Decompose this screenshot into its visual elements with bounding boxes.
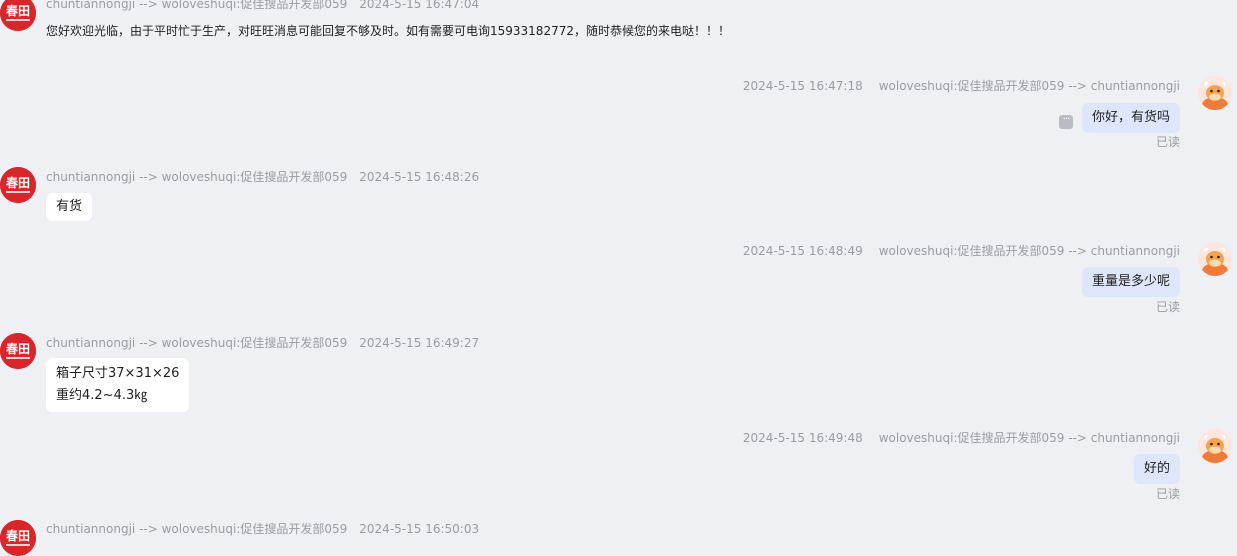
message-meta: chuntiannongji --> woloveshuqi:促佳搜品开发部05…: [46, 0, 479, 12]
message-bubble-other: 有货: [46, 193, 93, 221]
message-bubble-other: 箱子尺寸37×31×26 重约4.2~4.3㎏: [46, 358, 190, 412]
svg-text:春田: 春田: [5, 528, 30, 543]
message-text-line: 箱子尺寸37×31×26: [56, 366, 180, 381]
message-time: 2024-5-15 16:48:26: [359, 170, 480, 184]
message-text-line: 重约4.2~4.3㎏: [56, 388, 148, 403]
svg-text:春田: 春田: [5, 3, 30, 18]
cartoon-cow-avatar-icon: [1198, 429, 1232, 463]
buyer-avatar[interactable]: [1198, 242, 1232, 276]
message-time: 2024-5-15 16:50:03: [359, 522, 480, 536]
message-bubble-self: 好的: [1133, 454, 1180, 484]
message-meta: 2024-5-15 16:49:48 woloveshuqi:促佳搜品开发部059…: [743, 429, 1180, 446]
message-text: 好的: [1143, 461, 1170, 476]
message-time: 2024-5-15 16:49:27: [359, 336, 480, 350]
message-time: 2024-5-15 16:47:04: [359, 0, 480, 11]
chuntian-logo-icon: 春田: [0, 0, 36, 31]
read-status: 已读: [1155, 135, 1180, 149]
message-meta: chuntiannongji --> woloveshuqi:促佳搜品开发部05…: [46, 168, 479, 185]
message-meta: 2024-5-15 16:48:49 woloveshuqi:促佳搜品开发部059…: [743, 242, 1180, 259]
message-bubble-self: 重量是多少呢: [1081, 267, 1180, 297]
svg-text:春田: 春田: [5, 175, 30, 190]
message-sender: chuntiannongji --> woloveshuqi:促佳搜品开发部05…: [46, 0, 348, 11]
svg-text:春田: 春田: [5, 341, 30, 356]
cartoon-cow-avatar-icon: [1198, 76, 1232, 110]
message-time: 2024-5-15 16:48:49: [742, 244, 863, 258]
seller-avatar[interactable]: 春田: [0, 0, 36, 31]
chuntian-logo-icon: 春田: [0, 333, 36, 369]
more-options-icon[interactable]: ···: [1059, 115, 1073, 129]
read-status: 已读: [1155, 300, 1180, 314]
message-meta: 2024-5-15 16:47:18 woloveshuqi:促佳搜品开发部059…: [743, 77, 1180, 94]
message-text: 有货: [56, 199, 83, 214]
message-sender: chuntiannongji --> woloveshuqi:促佳搜品开发部05…: [46, 336, 348, 350]
seller-avatar[interactable]: 春田: [0, 333, 36, 369]
buyer-avatar[interactable]: [1198, 76, 1232, 110]
message-time: 2024-5-15 16:47:18: [742, 79, 863, 93]
buyer-avatar[interactable]: [1198, 429, 1232, 463]
cartoon-cow-avatar-icon: [1198, 242, 1232, 276]
message-time: 2024-5-15 16:49:48: [742, 431, 863, 445]
message-sender: woloveshuqi:促佳搜品开发部059 --> chuntiannongj…: [878, 431, 1180, 445]
message-sender: woloveshuqi:促佳搜品开发部059 --> chuntiannongj…: [878, 244, 1180, 258]
message-sender: chuntiannongji --> woloveshuqi:促佳搜品开发部05…: [46, 170, 348, 184]
message-text: 你好，有货吗: [1091, 110, 1170, 125]
message-sender: chuntiannongji --> woloveshuqi:促佳搜品开发部05…: [46, 522, 348, 536]
message-meta: chuntiannongji --> woloveshuqi:促佳搜品开发部05…: [46, 334, 479, 351]
message-bubble-self: 你好，有货吗: [1081, 103, 1180, 133]
chuntian-logo-icon: 春田: [0, 167, 36, 203]
seller-avatar[interactable]: 春田: [0, 167, 36, 203]
seller-avatar[interactable]: 春田: [0, 520, 36, 556]
message-meta: chuntiannongji --> woloveshuqi:促佳搜品开发部05…: [46, 520, 479, 537]
read-status: 已读: [1155, 487, 1180, 501]
auto-reply-text: 您好欢迎光临，由于平时忙于生产，对旺旺消息可能回复不够及时。如有需要可电询159…: [46, 24, 730, 38]
message-sender: woloveshuqi:促佳搜品开发部059 --> chuntiannongj…: [878, 79, 1180, 93]
chuntian-logo-icon: 春田: [0, 520, 36, 556]
message-text: 重量是多少呢: [1091, 274, 1170, 289]
